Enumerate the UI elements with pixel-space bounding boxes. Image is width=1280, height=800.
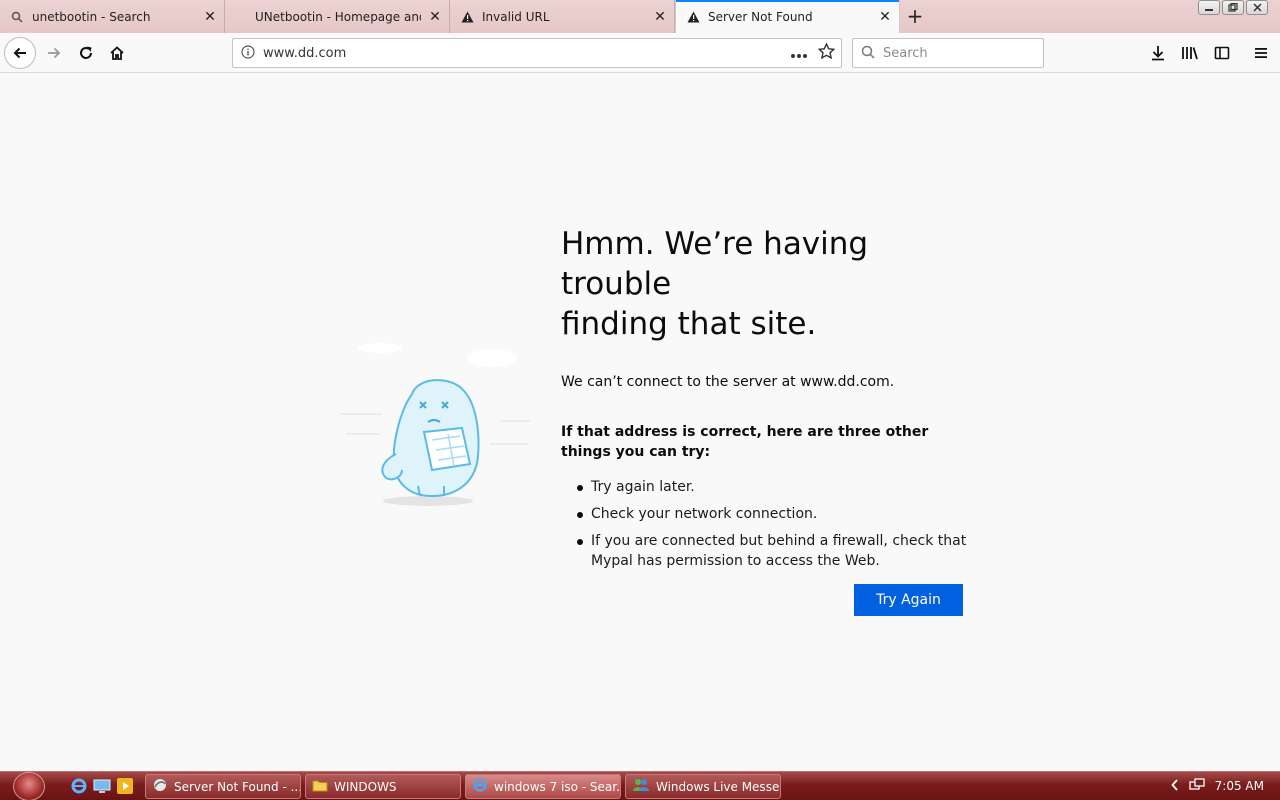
new-tab-button[interactable]: + bbox=[902, 4, 928, 30]
suggestion-item: If you are connected but behind a firewa… bbox=[561, 531, 971, 571]
reload-icon bbox=[80, 46, 92, 59]
bookmark-star-icon[interactable] bbox=[817, 42, 836, 63]
title-line-2: finding that site. bbox=[561, 306, 817, 342]
suggestion-item: Try again later. bbox=[561, 477, 971, 497]
start-button[interactable] bbox=[13, 772, 45, 800]
warning-icon bbox=[686, 10, 700, 24]
suggestion-item: Check your network connection. bbox=[561, 504, 971, 524]
tab-label: Server Not Found bbox=[708, 9, 813, 24]
error-panel: Hmm. We’re having trouble finding that s… bbox=[561, 224, 971, 578]
download-icon bbox=[1152, 46, 1164, 61]
error-illustration bbox=[340, 336, 540, 516]
folder-icon bbox=[312, 777, 328, 796]
close-icon[interactable]: ✕ bbox=[196, 9, 224, 25]
taskbar-item-label: WINDOWS bbox=[334, 779, 397, 794]
back-button[interactable] bbox=[4, 37, 36, 69]
messenger-icon bbox=[632, 777, 650, 796]
nav-bar: www.dd.com Search bbox=[0, 33, 1280, 73]
show-desktop-icon[interactable] bbox=[93, 777, 111, 795]
tab-label: Invalid URL bbox=[482, 9, 550, 24]
suggestions-list: Try again later. Check your network conn… bbox=[561, 477, 971, 571]
menu-button[interactable] bbox=[1245, 37, 1277, 69]
title-line-1: Hmm. We’re having trouble bbox=[561, 226, 869, 302]
sidebar-button[interactable] bbox=[1206, 37, 1238, 69]
network-icon[interactable] bbox=[1189, 777, 1205, 795]
page-title: Hmm. We’re having trouble finding that s… bbox=[561, 224, 971, 344]
close-icon[interactable]: ✕ bbox=[646, 9, 674, 25]
browser-icon bbox=[152, 777, 168, 796]
chevron-left-icon[interactable] bbox=[1170, 778, 1179, 794]
error-description: We can’t connect to the server at www.dd… bbox=[561, 374, 895, 390]
suggestions-heading: If that address is correct, here are thr… bbox=[561, 424, 929, 460]
page-actions-icon[interactable] bbox=[790, 44, 808, 63]
tab-label: UNetbootin - Homepage and D bbox=[255, 9, 421, 24]
hamburger-menu-icon bbox=[1255, 48, 1267, 58]
taskbar-item-messenger[interactable]: Windows Live Messe... bbox=[625, 774, 781, 799]
taskbar-item-windows[interactable]: WINDOWS bbox=[305, 774, 461, 799]
taskbar-item-browser[interactable]: Server Not Found - ... bbox=[145, 774, 301, 799]
forward-button[interactable] bbox=[38, 37, 70, 69]
tab-unetbootin-search[interactable]: unetbootin - Search ✕ bbox=[0, 0, 225, 33]
ie-icon bbox=[472, 777, 488, 796]
search-input[interactable]: Search bbox=[883, 46, 928, 61]
search-icon bbox=[10, 10, 24, 24]
taskbar-item-label: Server Not Found - ... bbox=[174, 779, 301, 794]
search-bar[interactable]: Search bbox=[852, 38, 1044, 68]
media-player-icon[interactable] bbox=[116, 777, 134, 795]
ie-icon[interactable] bbox=[70, 777, 88, 795]
page-content: Hmm. We’re having trouble finding that s… bbox=[0, 74, 1280, 771]
home-icon bbox=[110, 46, 124, 60]
taskbar-item-label: windows 7 iso - Sear... bbox=[494, 779, 621, 794]
reload-button[interactable] bbox=[70, 37, 102, 69]
taskbar: Server Not Found - ... WINDOWS windows 7… bbox=[0, 771, 1280, 800]
close-icon[interactable]: ✕ bbox=[421, 9, 449, 25]
tab-server-not-found[interactable]: Server Not Found ✕ bbox=[675, 0, 900, 33]
library-icon bbox=[1182, 47, 1198, 60]
try-again-button[interactable]: Try Again bbox=[854, 584, 963, 616]
warning-icon bbox=[460, 10, 474, 24]
sidebar-icon bbox=[1214, 46, 1230, 60]
restore-button[interactable] bbox=[1222, 0, 1244, 15]
arrow-left-icon bbox=[13, 47, 26, 59]
library-button[interactable] bbox=[1174, 37, 1206, 69]
tab-invalid-url[interactable]: Invalid URL ✕ bbox=[450, 0, 675, 33]
taskbar-item-label: Windows Live Messe... bbox=[656, 779, 781, 794]
url-bar[interactable]: www.dd.com bbox=[232, 38, 842, 68]
system-tray: 7:05 AM bbox=[1170, 772, 1280, 800]
taskbar-item-ie-search[interactable]: windows 7 iso - Sear... bbox=[465, 774, 621, 799]
home-button[interactable] bbox=[101, 37, 133, 69]
tab-unetbootin-homepage[interactable]: UNetbootin - Homepage and D ✕ bbox=[225, 0, 450, 33]
minimize-button[interactable] bbox=[1198, 0, 1220, 15]
tab-strip: unetbootin - Search ✕ UNetbootin - Homep… bbox=[0, 0, 1280, 33]
downloads-button[interactable] bbox=[1142, 37, 1174, 69]
tab-label: unetbootin - Search bbox=[32, 9, 151, 24]
search-icon bbox=[861, 44, 875, 63]
close-window-button[interactable] bbox=[1246, 0, 1268, 15]
window-controls bbox=[1198, 0, 1268, 16]
arrow-right-icon bbox=[48, 47, 61, 59]
info-icon[interactable] bbox=[241, 44, 255, 63]
close-icon[interactable]: ✕ bbox=[871, 9, 899, 25]
clock[interactable]: 7:05 AM bbox=[1215, 779, 1264, 793]
url-text[interactable]: www.dd.com bbox=[263, 46, 790, 61]
